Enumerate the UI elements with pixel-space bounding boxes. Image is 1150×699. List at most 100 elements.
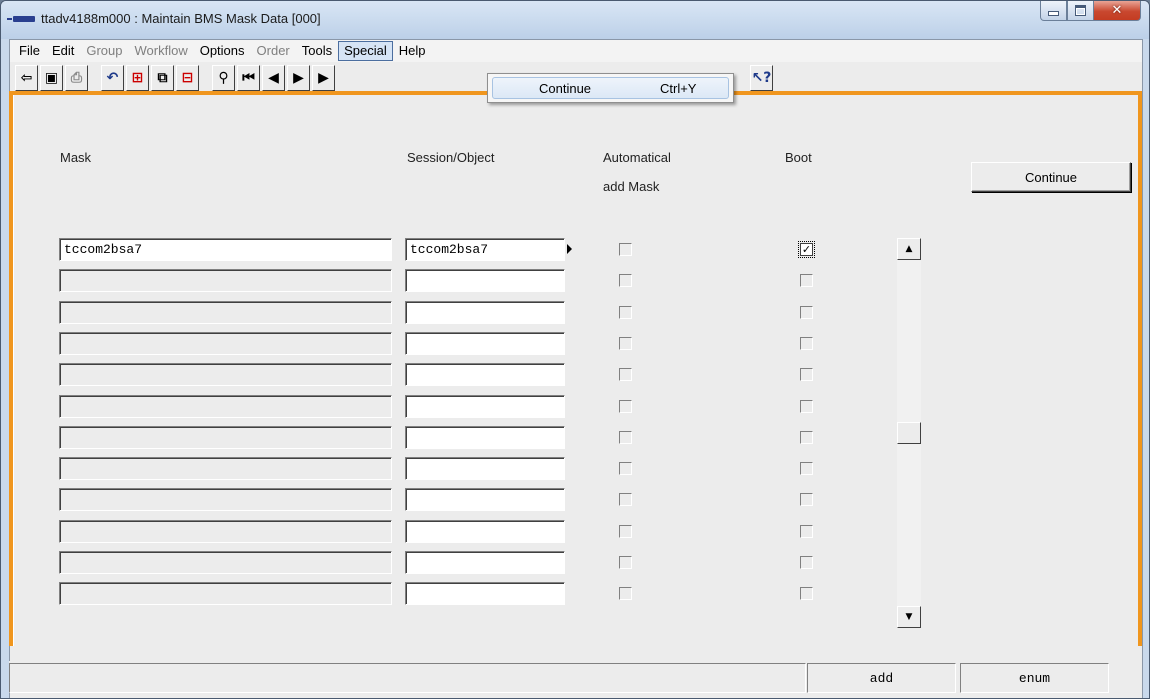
automatical-add-mask-checkbox[interactable] xyxy=(619,462,632,475)
boot-checkbox[interactable] xyxy=(800,556,813,569)
current-row-indicator-icon xyxy=(567,244,572,254)
boot-checkbox[interactable] xyxy=(800,462,813,475)
status-bar: add enum xyxy=(9,661,1142,693)
menu-item-continue-shortcut: Ctrl+Y xyxy=(660,81,697,96)
session-object-field[interactable] xyxy=(405,582,565,605)
session-object-field[interactable] xyxy=(405,488,565,511)
status-mode-add: add xyxy=(807,663,956,693)
automatical-add-mask-checkbox[interactable] xyxy=(619,274,632,287)
context-help-icon[interactable]: ↖? xyxy=(750,65,773,91)
menu-edit[interactable]: Edit xyxy=(46,41,80,61)
mask-field[interactable] xyxy=(59,301,392,324)
session-object-field[interactable] xyxy=(405,551,565,574)
boot-checkbox[interactable] xyxy=(800,274,813,287)
menu-file[interactable]: File xyxy=(13,41,46,61)
session-object-field[interactable]: tccom2bsa7 xyxy=(405,238,565,261)
header-automatical: Automatical xyxy=(603,150,671,165)
minimize-button[interactable] xyxy=(1040,1,1067,21)
window-controls: ✕ xyxy=(1040,1,1141,23)
session-object-field[interactable] xyxy=(405,426,565,449)
header-session-object: Session/Object xyxy=(407,150,495,165)
first-record-icon[interactable]: ⏮ xyxy=(237,65,260,91)
scroll-up-icon[interactable]: ▲ xyxy=(897,238,921,260)
menu-group[interactable]: Group xyxy=(80,41,128,61)
menu-special[interactable]: Special xyxy=(338,41,393,61)
boot-checkbox[interactable] xyxy=(800,525,813,538)
mask-field[interactable] xyxy=(59,363,392,386)
mask-field[interactable] xyxy=(59,269,392,292)
maximize-icon xyxy=(1075,5,1086,16)
menu-help[interactable]: Help xyxy=(393,41,432,61)
menu-workflow[interactable]: Workflow xyxy=(129,41,194,61)
close-button[interactable]: ✕ xyxy=(1094,1,1141,21)
mask-field[interactable] xyxy=(59,426,392,449)
boot-checkbox[interactable] xyxy=(800,337,813,350)
mask-data-form: Mask Session/Object Automatical add Mask… xyxy=(9,91,1142,646)
boot-checkbox[interactable] xyxy=(800,306,813,319)
title-bar[interactable]: ttadv4188m000 : Maintain BMS Mask Data [… xyxy=(1,1,1149,39)
app-icon[interactable] xyxy=(7,16,35,22)
header-mask: Mask xyxy=(60,150,92,165)
insert-record-icon[interactable]: ⊞ xyxy=(126,65,149,91)
exit-icon[interactable]: ⇦ xyxy=(15,65,38,91)
menu-order[interactable]: Order xyxy=(251,41,296,61)
find-icon[interactable]: ⚲ xyxy=(212,65,235,91)
menu-tools[interactable]: Tools xyxy=(296,41,338,61)
mask-field[interactable] xyxy=(59,520,392,543)
automatical-add-mask-checkbox[interactable] xyxy=(619,556,632,569)
print-icon[interactable]: ⎙ xyxy=(65,65,88,91)
header-add-mask: add Mask xyxy=(603,179,660,194)
automatical-add-mask-checkbox[interactable] xyxy=(619,243,632,256)
mask-field[interactable] xyxy=(59,395,392,418)
automatical-add-mask-checkbox[interactable] xyxy=(619,587,632,600)
session-object-field[interactable] xyxy=(405,520,565,543)
form-body: Mask Session/Object Automatical add Mask… xyxy=(13,95,1138,646)
application-window: ttadv4188m000 : Maintain BMS Mask Data [… xyxy=(0,0,1150,699)
copy-icon[interactable]: ⧉ xyxy=(151,65,174,91)
boot-checkbox[interactable]: ✓ xyxy=(798,241,815,258)
boot-checkbox[interactable] xyxy=(800,493,813,506)
save-icon[interactable]: ▣ xyxy=(40,65,63,91)
menu-bar: File Edit Group Workflow Options Order T… xyxy=(10,40,1142,62)
automatical-add-mask-checkbox[interactable] xyxy=(619,431,632,444)
mask-field[interactable] xyxy=(59,488,392,511)
scroll-down-icon[interactable]: ▼ xyxy=(897,606,921,628)
mask-field[interactable] xyxy=(59,582,392,605)
duplicate-record-icon[interactable]: ⊟ xyxy=(176,65,199,91)
session-object-field[interactable] xyxy=(405,301,565,324)
session-object-field[interactable] xyxy=(405,395,565,418)
session-object-field[interactable] xyxy=(405,457,565,480)
automatical-add-mask-checkbox[interactable] xyxy=(619,337,632,350)
mask-field[interactable] xyxy=(59,457,392,480)
automatical-add-mask-checkbox[interactable] xyxy=(619,525,632,538)
vertical-scrollbar[interactable]: ▲ ▼ xyxy=(897,238,921,628)
maximize-button[interactable] xyxy=(1067,1,1094,21)
scroll-thumb[interactable] xyxy=(897,422,921,444)
minimize-icon xyxy=(1048,11,1059,16)
undo-icon[interactable]: ↶ xyxy=(101,65,124,91)
next-record-icon[interactable]: ▶ xyxy=(287,65,310,91)
window-title: ttadv4188m000 : Maintain BMS Mask Data [… xyxy=(41,11,321,26)
boot-checkbox[interactable] xyxy=(800,368,813,381)
session-object-field[interactable] xyxy=(405,363,565,386)
continue-button[interactable]: Continue xyxy=(971,162,1131,192)
mask-field[interactable] xyxy=(59,551,392,574)
boot-checkbox[interactable] xyxy=(800,587,813,600)
status-mode-enum: enum xyxy=(960,663,1109,693)
last-record-icon[interactable]: ▶ xyxy=(312,65,335,91)
menu-item-continue[interactable]: Continue Ctrl+Y xyxy=(492,77,729,99)
boot-checkbox[interactable] xyxy=(800,400,813,413)
mask-field[interactable]: tccom2bsa7 xyxy=(59,238,392,261)
boot-checkbox[interactable] xyxy=(800,431,813,444)
previous-record-icon[interactable]: ◀ xyxy=(262,65,285,91)
automatical-add-mask-checkbox[interactable] xyxy=(619,368,632,381)
automatical-add-mask-checkbox[interactable] xyxy=(619,306,632,319)
automatical-add-mask-checkbox[interactable] xyxy=(619,400,632,413)
mask-field[interactable] xyxy=(59,332,392,355)
close-icon: ✕ xyxy=(1111,3,1123,18)
header-boot: Boot xyxy=(785,150,812,165)
menu-options[interactable]: Options xyxy=(194,41,251,61)
session-object-field[interactable] xyxy=(405,332,565,355)
automatical-add-mask-checkbox[interactable] xyxy=(619,493,632,506)
session-object-field[interactable] xyxy=(405,269,565,292)
